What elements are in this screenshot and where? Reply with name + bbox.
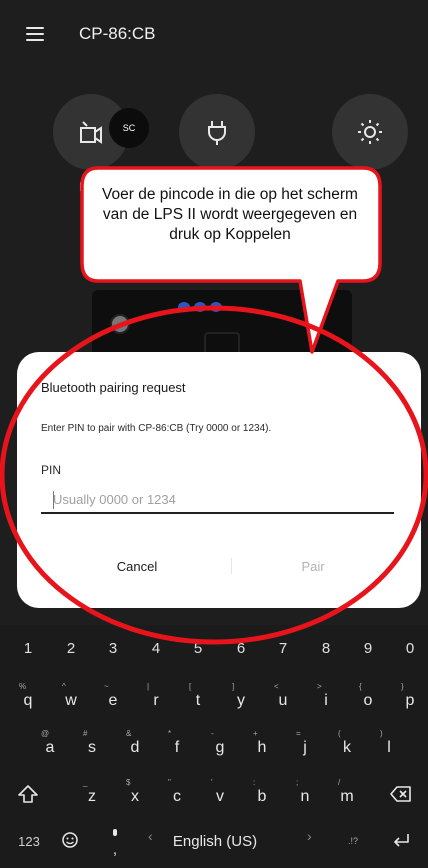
- key-n[interactable]: ; n: [284, 772, 326, 810]
- key-5[interactable]: 5: [177, 638, 219, 658]
- key-w[interactable]: ^ w: [50, 676, 92, 714]
- emoji-key[interactable]: [54, 828, 84, 854]
- key-s[interactable]: # s: [71, 723, 113, 761]
- menu-icon[interactable]: [26, 27, 44, 41]
- key-c[interactable]: " c: [156, 772, 198, 810]
- dialog-message: Enter PIN to pair with CP-86:CB (Try 000…: [41, 423, 272, 434]
- key-v[interactable]: ' v: [199, 772, 241, 810]
- key-9[interactable]: 9: [347, 638, 389, 658]
- key-q[interactable]: % q: [7, 676, 49, 714]
- plug-icon: [208, 121, 226, 145]
- feature-label: D: [79, 180, 88, 194]
- key-6[interactable]: 6: [220, 638, 262, 658]
- key-z[interactable]: _ z: [71, 772, 113, 810]
- backspace-icon: [390, 786, 411, 802]
- brightness-icon: [358, 120, 382, 144]
- page-title: CP-86:CB: [79, 24, 156, 43]
- key-h[interactable]: + h: [241, 723, 283, 761]
- sc-badge: SC: [109, 108, 149, 148]
- key-a[interactable]: @ a: [29, 723, 71, 761]
- chevron-left-icon: ‹: [148, 828, 153, 844]
- enter-icon: [394, 833, 409, 847]
- key-p[interactable]: } p: [389, 676, 428, 714]
- keyboard: 1 2 3 4 5 6 7 8 9 0 % q ^ w ~ e | r [t ] y < u…: [0, 625, 428, 868]
- key-4[interactable]: 4: [135, 638, 177, 658]
- key-o[interactable]: {o: [347, 676, 389, 714]
- emoji-icon: [62, 831, 78, 848]
- key-t[interactable]: [t: [177, 676, 219, 714]
- pin-label: PIN: [41, 463, 62, 477]
- text-cursor: [53, 491, 54, 509]
- pair-button[interactable]: Pair: [233, 554, 393, 578]
- key-r[interactable]: | r: [135, 676, 177, 714]
- key-x[interactable]: $ x: [114, 772, 156, 810]
- key-u[interactable]: < u: [262, 676, 304, 714]
- callout-text: Voer de pincode in die op het scherm van…: [102, 186, 358, 243]
- symbols-key[interactable]: 123: [12, 828, 46, 854]
- comma-key[interactable]: ,: [100, 828, 130, 858]
- key-f[interactable]: * f: [156, 723, 198, 761]
- key-e[interactable]: ~ e: [92, 676, 134, 714]
- app-bar: CP-86:CB: [0, 0, 428, 70]
- space-key[interactable]: English (US): [160, 828, 270, 854]
- period-key[interactable]: .!?: [336, 828, 370, 854]
- dialog-title: Bluetooth pairing request: [41, 380, 186, 395]
- key-2[interactable]: 2: [50, 638, 92, 658]
- key-m[interactable]: / m: [326, 772, 368, 810]
- shift-icon: [18, 784, 38, 803]
- key-d[interactable]: & d: [114, 723, 156, 761]
- key-j[interactable]: = j: [284, 723, 326, 761]
- brightness-button[interactable]: [332, 94, 408, 170]
- key-l[interactable]: ) l: [368, 723, 410, 761]
- key-g[interactable]: -g: [199, 723, 241, 761]
- key-1[interactable]: 1: [7, 638, 49, 658]
- key-i[interactable]: > i: [305, 676, 347, 714]
- pin-input[interactable]: [41, 486, 394, 514]
- key-b[interactable]: :b: [241, 772, 283, 810]
- camera-icon: [80, 121, 102, 144]
- device-knob: [110, 314, 130, 334]
- plug-button[interactable]: [179, 94, 255, 170]
- mic-icon: [113, 829, 117, 836]
- chevron-right-icon: ›: [307, 828, 312, 844]
- key-0[interactable]: 0: [389, 638, 428, 658]
- key-7[interactable]: 7: [262, 638, 304, 658]
- key-y[interactable]: ] y: [220, 676, 262, 714]
- pairing-dialog: Bluetooth pairing request Enter PIN to p…: [17, 352, 421, 608]
- key-3[interactable]: 3: [92, 638, 134, 658]
- backspace-key[interactable]: [380, 772, 422, 810]
- cancel-button[interactable]: Cancel: [57, 554, 217, 578]
- key-8[interactable]: 8: [305, 638, 347, 658]
- shift-key[interactable]: [7, 772, 49, 810]
- enter-key[interactable]: [384, 828, 418, 854]
- key-k[interactable]: (k: [326, 723, 368, 761]
- button-divider: [231, 558, 232, 574]
